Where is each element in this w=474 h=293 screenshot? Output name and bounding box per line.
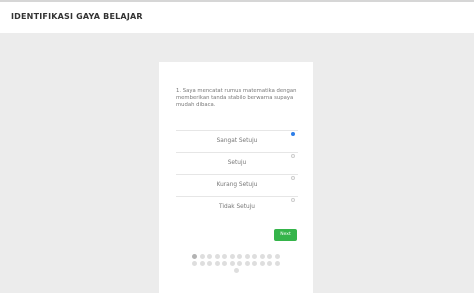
page-dot-4[interactable] bbox=[214, 254, 220, 259]
page-dot-19[interactable] bbox=[237, 261, 243, 266]
pagination-row bbox=[159, 261, 313, 266]
option-kurang-setuju[interactable]: Kurang Setuju bbox=[176, 174, 298, 196]
question-card: 1. Saya mencatat rumus matematika dengan… bbox=[159, 62, 313, 293]
page-dot-9[interactable] bbox=[252, 254, 258, 259]
header-bar: IDENTIFIKASI GAYA BELAJAR bbox=[0, 0, 474, 33]
page-dot-7[interactable] bbox=[237, 254, 243, 259]
page-dot-15[interactable] bbox=[207, 261, 213, 266]
page-dot-20[interactable] bbox=[244, 261, 250, 266]
page-dot-16[interactable] bbox=[214, 261, 220, 266]
page-dot-22[interactable] bbox=[259, 261, 265, 266]
option-setuju[interactable]: Setuju bbox=[176, 152, 298, 174]
next-button[interactable]: Next bbox=[274, 229, 297, 241]
radio-icon[interactable] bbox=[291, 198, 295, 202]
option-tidak-setuju[interactable]: Tidak Setuju bbox=[176, 196, 298, 218]
option-label: Tidak Setuju bbox=[219, 204, 255, 210]
radio-icon[interactable] bbox=[291, 176, 295, 180]
page-dot-11[interactable] bbox=[267, 254, 273, 259]
page-dot-24[interactable] bbox=[274, 261, 280, 266]
page-dot-1[interactable] bbox=[192, 254, 198, 259]
question-text: 1. Saya mencatat rumus matematika dengan… bbox=[176, 88, 297, 108]
page-title: IDENTIFIKASI GAYA BELAJAR bbox=[11, 12, 143, 21]
page-dot-6[interactable] bbox=[229, 254, 235, 259]
page-dot-10[interactable] bbox=[259, 254, 265, 259]
option-sangat-setuju[interactable]: Sangat Setuju bbox=[176, 130, 298, 152]
page-dot-2[interactable] bbox=[199, 254, 205, 259]
option-label: Kurang Setuju bbox=[216, 182, 258, 188]
option-label: Sangat Setuju bbox=[216, 138, 258, 144]
radio-icon[interactable] bbox=[291, 154, 295, 158]
page-dot-23[interactable] bbox=[267, 261, 273, 266]
page-dot-14[interactable] bbox=[199, 261, 205, 266]
page-dot-5[interactable] bbox=[222, 254, 228, 259]
pagination-row bbox=[159, 254, 313, 259]
pagination-row bbox=[159, 268, 313, 273]
page-dot-3[interactable] bbox=[207, 254, 213, 259]
page-dot-17[interactable] bbox=[222, 261, 228, 266]
page-dot-25[interactable] bbox=[233, 268, 239, 273]
page-dot-12[interactable] bbox=[274, 254, 280, 259]
option-label: Setuju bbox=[227, 160, 247, 166]
radio-icon[interactable] bbox=[291, 132, 295, 136]
page-dot-18[interactable] bbox=[229, 261, 235, 266]
page-dot-13[interactable] bbox=[192, 261, 198, 266]
page-dot-8[interactable] bbox=[244, 254, 250, 259]
page-dot-21[interactable] bbox=[252, 261, 258, 266]
